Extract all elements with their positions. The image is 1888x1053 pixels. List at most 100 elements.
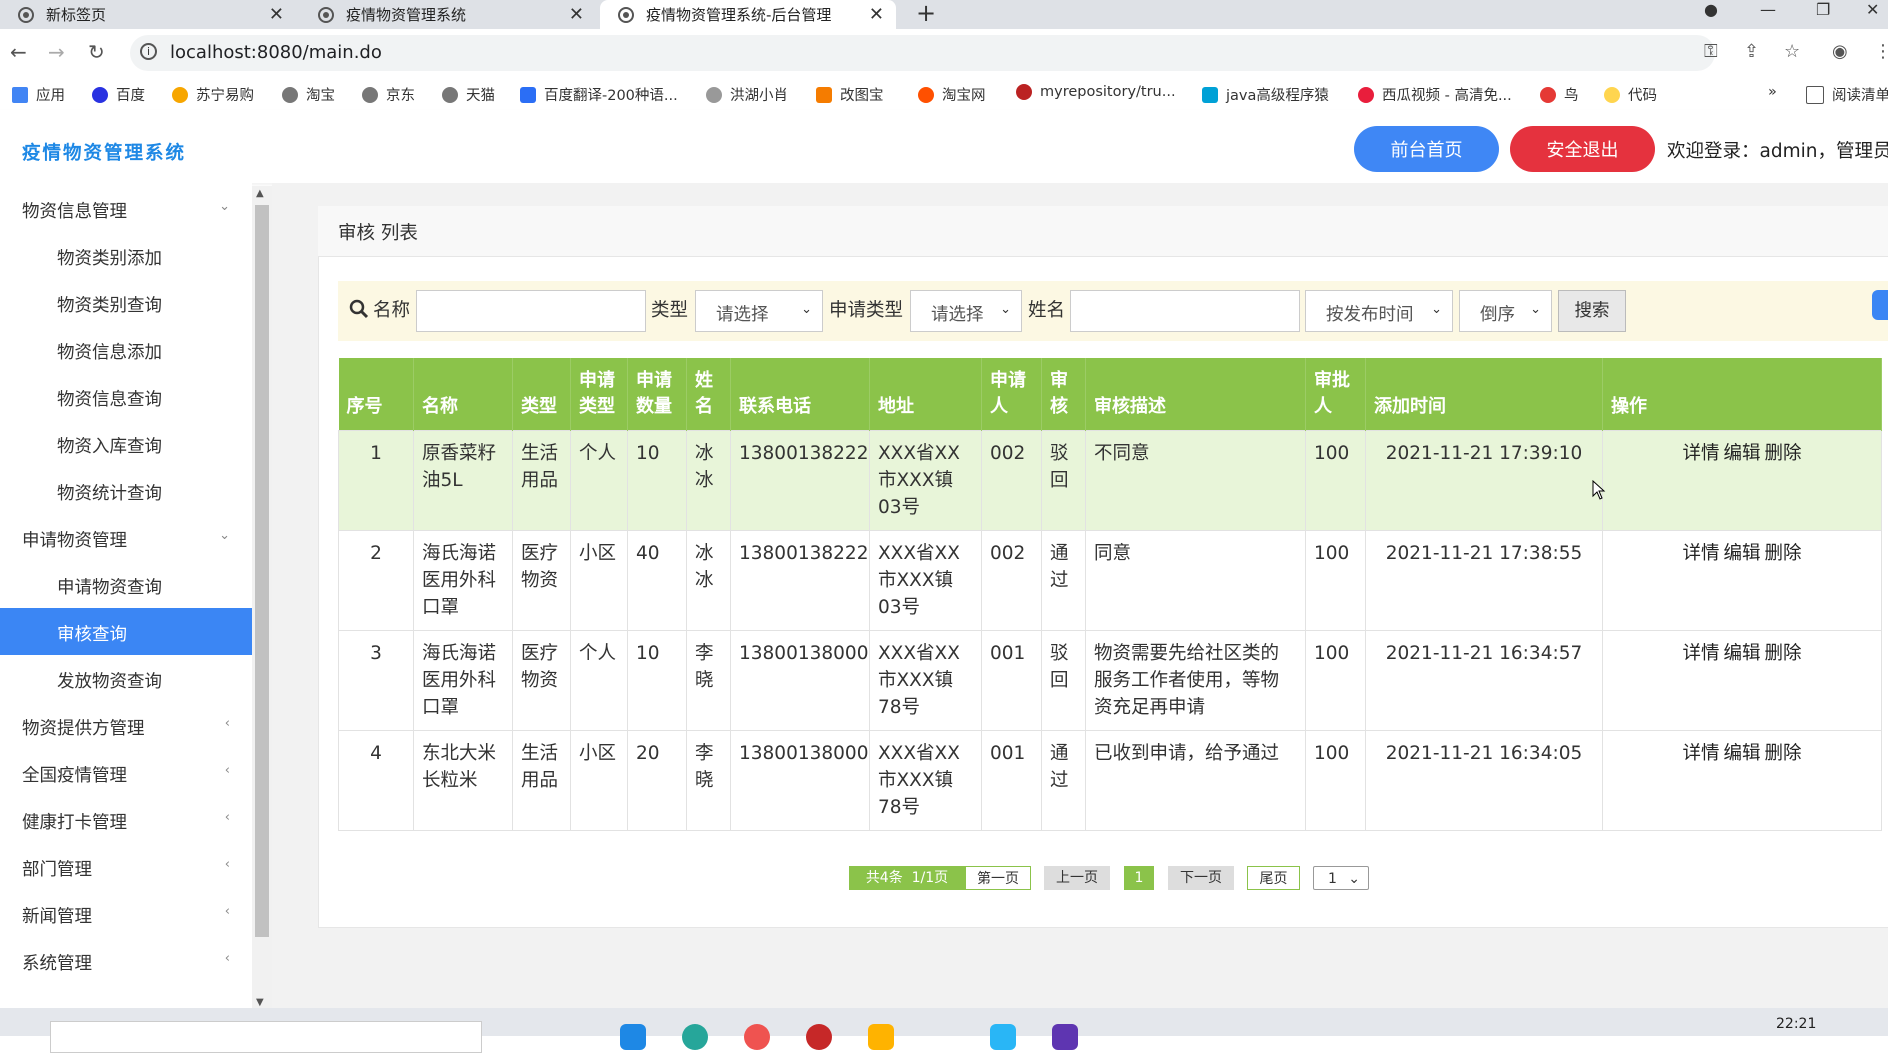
- last-page-button[interactable]: 尾页: [1247, 866, 1300, 890]
- window-close-icon[interactable]: ✕: [1866, 0, 1879, 29]
- sidebar-item-stock-in-query[interactable]: 物资入库查询: [0, 420, 252, 467]
- bookmark-reading-list[interactable]: 阅读清单: [1806, 84, 1888, 105]
- detail-link[interactable]: 详情: [1682, 743, 1719, 764]
- type-select[interactable]: 请选择 ⌄: [695, 290, 823, 332]
- sidebar-group-supplier[interactable]: 物资提供方管理 ‹: [0, 702, 252, 749]
- edit-link[interactable]: 编辑: [1723, 543, 1760, 564]
- apply-type-select[interactable]: 请选择 ⌄: [910, 290, 1022, 332]
- sidebar-group-material-info[interactable]: 物资信息管理 ⌄: [0, 185, 252, 232]
- restore-icon[interactable]: ❐: [1816, 0, 1830, 29]
- edit-link[interactable]: 编辑: [1723, 643, 1760, 664]
- bookmark-gaitubao[interactable]: 改图宝: [816, 84, 884, 105]
- sidebar-group-system[interactable]: 系统管理 ‹: [0, 937, 252, 984]
- browser-tab-system[interactable]: 疫情物资管理系统 ✕: [300, 0, 596, 29]
- first-page-button[interactable]: 第一页: [965, 866, 1031, 890]
- bookmark-tmall[interactable]: 天猫: [442, 84, 495, 105]
- sidebar-scroll-thumb[interactable]: [255, 205, 269, 937]
- info-icon[interactable]: i: [140, 43, 157, 60]
- edit-link[interactable]: 编辑: [1723, 443, 1760, 464]
- bookmark-java[interactable]: java高级程序猿: [1202, 84, 1329, 105]
- sort-order-select[interactable]: 倒序 ⌄: [1459, 290, 1552, 332]
- delete-link[interactable]: 删除: [1765, 443, 1802, 464]
- sidebar-item-statistics-query[interactable]: 物资统计查询: [0, 467, 252, 514]
- browser-tab-newtab[interactable]: 新标签页 ✕: [0, 0, 296, 29]
- taskbar-app-icon[interactable]: [990, 1024, 1016, 1050]
- bookmark-jd[interactable]: 京东: [362, 84, 415, 105]
- new-tab-plus-icon[interactable]: +: [916, 0, 936, 27]
- taskbar-app-icon[interactable]: [620, 1024, 646, 1050]
- share-icon[interactable]: ⇪: [1744, 41, 1759, 62]
- taskbar-app-icon[interactable]: [1052, 1024, 1078, 1050]
- person-name-input[interactable]: [1070, 290, 1300, 332]
- bookmark-taobaowang[interactable]: 淘宝网: [918, 84, 986, 105]
- sidebar-group-news[interactable]: 新闻管理 ‹: [0, 890, 252, 937]
- profile-menu-icon[interactable]: ●: [1704, 0, 1718, 29]
- side-tool-tab[interactable]: [1872, 290, 1888, 320]
- scroll-up-icon[interactable]: ▲: [256, 188, 264, 199]
- detail-link[interactable]: 详情: [1682, 543, 1719, 564]
- detail-link[interactable]: 详情: [1682, 643, 1719, 664]
- scroll-down-icon[interactable]: ▼: [256, 997, 264, 1008]
- close-icon[interactable]: ✕: [869, 4, 884, 25]
- sidebar-item-material-add[interactable]: 物资信息添加: [0, 326, 252, 373]
- close-icon[interactable]: ✕: [269, 4, 284, 25]
- bookmark-xigua[interactable]: 西瓜视频 - 高清免...: [1358, 84, 1512, 105]
- taskbar-search-input[interactable]: [50, 1021, 482, 1053]
- bookmark-suning[interactable]: 苏宁易购: [172, 84, 254, 105]
- table-row[interactable]: 4 东北大米长粒米 生活用品 小区 20 李晓 13800138000 XXX省…: [338, 730, 1882, 831]
- back-icon[interactable]: ←: [10, 40, 27, 64]
- logout-button[interactable]: 安全退出: [1510, 126, 1655, 172]
- taskbar-app-icon[interactable]: [682, 1024, 708, 1050]
- bookmarks-overflow-icon[interactable]: »: [1768, 84, 1777, 100]
- forward-icon[interactable]: →: [48, 40, 65, 64]
- menu-dots-icon[interactable]: ⋮: [1874, 41, 1888, 62]
- sidebar-group-apply[interactable]: 申请物资管理 ⌄: [0, 514, 252, 561]
- next-page-button[interactable]: 下一页: [1168, 866, 1234, 890]
- sidebar-item-apply-query[interactable]: 申请物资查询: [0, 561, 252, 608]
- bookmark-apps[interactable]: 应用: [12, 84, 65, 105]
- prev-page-button[interactable]: 上一页: [1044, 866, 1110, 890]
- search-button[interactable]: 搜索: [1558, 290, 1626, 332]
- bookmark-myrepository[interactable]: myrepository/tru...: [1016, 84, 1176, 100]
- table-row[interactable]: 3 海氏海诺医用外科口罩 医疗物资 个人 10 李晓 13800138000 X…: [338, 630, 1882, 731]
- bookmark-taobao[interactable]: 淘宝: [282, 84, 335, 105]
- bookmark-code[interactable]: 代码: [1604, 84, 1657, 105]
- key-icon[interactable]: ⚿: [1704, 41, 1718, 62]
- sidebar-group-epidemic[interactable]: 全国疫情管理 ‹: [0, 749, 252, 796]
- name-input[interactable]: [416, 290, 646, 332]
- sort-field-select[interactable]: 按发布时间 ⌄: [1305, 290, 1453, 332]
- star-icon[interactable]: ☆: [1784, 41, 1800, 62]
- detail-link[interactable]: 详情: [1682, 443, 1719, 464]
- current-page-button[interactable]: 1: [1124, 866, 1154, 890]
- delete-link[interactable]: 删除: [1765, 543, 1802, 564]
- sidebar-group-department[interactable]: 部门管理 ‹: [0, 843, 252, 890]
- cell-status: 通过: [1041, 530, 1086, 631]
- bookmark-honghu[interactable]: 洪湖小肖: [706, 84, 788, 105]
- frontend-home-button[interactable]: 前台首页: [1354, 126, 1499, 172]
- reload-icon[interactable]: ↻: [88, 40, 105, 64]
- sidebar-item-audit-query[interactable]: 审核查询: [0, 608, 252, 655]
- table-row[interactable]: 1 原香菜籽油5L 生活用品 个人 10 冰冰 13800138222 XXX省…: [338, 430, 1882, 531]
- taskbar-app-icon[interactable]: [744, 1024, 770, 1050]
- close-icon[interactable]: ✕: [569, 4, 584, 25]
- url-field[interactable]: i localhost:8080/main.do: [130, 35, 1715, 71]
- table-row[interactable]: 2 海氏海诺医用外科口罩 医疗物资 小区 40 冰冰 13800138222 X…: [338, 530, 1882, 631]
- sidebar-item-material-query[interactable]: 物资信息查询: [0, 373, 252, 420]
- taskbar-app-icon[interactable]: [868, 1024, 894, 1050]
- bookmark-bird[interactable]: 鸟: [1540, 84, 1579, 105]
- page-jump-select[interactable]: 1 ⌄: [1313, 866, 1369, 890]
- sidebar-item-category-add[interactable]: 物资类别添加: [0, 232, 252, 279]
- edit-link[interactable]: 编辑: [1723, 743, 1760, 764]
- chevron-down-icon: ⌄: [1000, 302, 1011, 317]
- account-icon[interactable]: ◉: [1832, 41, 1848, 62]
- sidebar-group-health-checkin[interactable]: 健康打卡管理 ‹: [0, 796, 252, 843]
- delete-link[interactable]: 删除: [1765, 743, 1802, 764]
- sidebar-item-distribute-query[interactable]: 发放物资查询: [0, 655, 252, 702]
- minimize-icon[interactable]: —: [1760, 0, 1776, 29]
- taskbar-app-icon[interactable]: [806, 1024, 832, 1050]
- browser-tab-admin[interactable]: 疫情物资管理系统-后台管理 ✕: [600, 0, 896, 29]
- sidebar-item-category-query[interactable]: 物资类别查询: [0, 279, 252, 326]
- bookmark-baidu[interactable]: 百度: [92, 84, 145, 105]
- bookmark-baidu-translate[interactable]: 百度翻译-200种语...: [520, 84, 678, 105]
- delete-link[interactable]: 删除: [1765, 643, 1802, 664]
